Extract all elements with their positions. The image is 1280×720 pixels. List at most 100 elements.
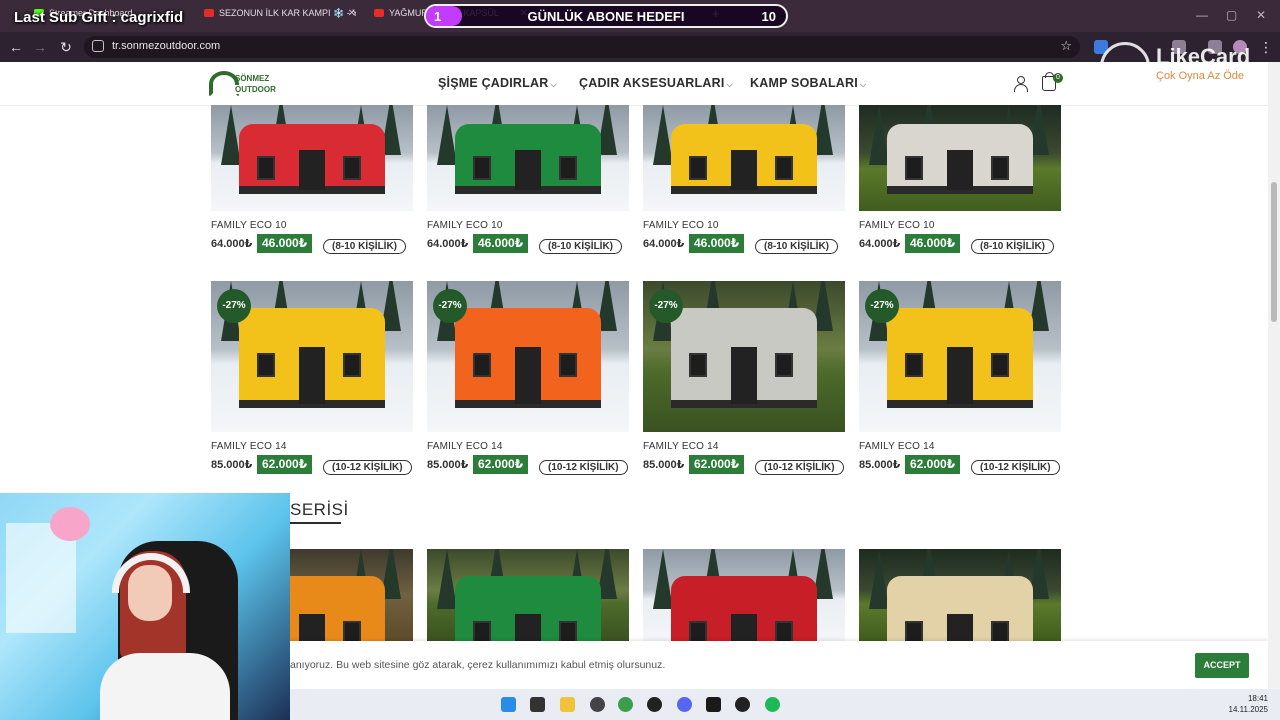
sale-price: 62.000₺ [473, 455, 529, 474]
reload-icon[interactable]: ↻ [56, 37, 76, 57]
old-price: 85.000₺ [211, 459, 253, 471]
product-image[interactable] [859, 105, 1061, 211]
tree-shape [437, 549, 457, 609]
sonmez-outdoor-logo[interactable]: SÖNMEZ OUTDOOR [209, 67, 281, 101]
product-name[interactable]: FAMILY ECO 10 [643, 220, 719, 231]
product-image[interactable] [643, 549, 845, 641]
capacity-tag: (10-12 KİŞİLİK) [323, 460, 412, 475]
nav-cadir-aksesuarlari[interactable]: ÇADIR AKSESUARLARI ⌵ [579, 76, 733, 90]
nav-kamp-sobalari[interactable]: KAMP SOBALARI ⌵ [750, 76, 866, 90]
likecard-tagline: Çok Oyna Az Öde [1156, 70, 1245, 82]
cart-count-badge: 0 [1053, 73, 1063, 83]
product-name[interactable]: FAMILY ECO 14 [643, 441, 719, 452]
product-name[interactable]: FAMILY ECO 10 [211, 220, 287, 231]
sale-price: 46.000₺ [257, 234, 313, 253]
app-icon[interactable] [735, 697, 750, 712]
app-icon[interactable] [706, 697, 721, 712]
app-icon[interactable] [590, 697, 605, 712]
logo-text-top: SÖNMEZ [235, 74, 270, 83]
tent-shape [455, 576, 601, 641]
goal-target: 10 [761, 9, 776, 24]
bookmark-star-icon[interactable]: ☆ [1060, 38, 1072, 54]
old-price: 64.000₺ [211, 238, 253, 250]
site-info-icon[interactable] [92, 40, 104, 52]
sale-price: 46.000₺ [689, 234, 745, 253]
forward-icon[interactable]: → [30, 37, 50, 57]
product-image[interactable] [211, 105, 413, 211]
old-price: 85.000₺ [427, 459, 469, 471]
discount-badge: -27% [649, 289, 683, 323]
product-name[interactable]: FAMILY ECO 10 [859, 220, 935, 231]
back-icon[interactable]: ← [6, 37, 26, 57]
product-image[interactable]: -27% [643, 281, 845, 432]
chevron-down-icon: ⌵ [859, 80, 867, 89]
webcam-person-body [100, 653, 230, 720]
chevron-down-icon: ⌵ [726, 80, 733, 89]
old-price: 85.000₺ [859, 459, 901, 471]
tent-shape [887, 308, 1033, 408]
tent-shape [239, 124, 385, 194]
product-name[interactable]: FAMILY ECO 10 [427, 220, 503, 231]
product-image[interactable] [643, 105, 845, 211]
cookie-text: anıyoruz. Bu web sitesine göz atarak, çe… [290, 659, 666, 671]
page-scrollbar[interactable] [1268, 62, 1280, 690]
chrome-icon[interactable] [618, 697, 633, 712]
close-window-icon[interactable]: ✕ [1256, 8, 1266, 22]
product-image[interactable]: -27% [211, 281, 413, 432]
capacity-tag: (8-10 KİŞİLİK) [755, 239, 839, 254]
spotify-icon[interactable] [765, 697, 780, 712]
file-explorer-icon[interactable] [560, 697, 575, 712]
product-image[interactable] [427, 105, 629, 211]
logo-text-bottom: OUTDOOR [233, 85, 278, 94]
app-icon[interactable] [647, 697, 662, 712]
terminal-icon[interactable] [530, 697, 545, 712]
last-sub-overlay: Last Sub Gift : cagrixfid [14, 9, 184, 26]
minimize-icon[interactable]: — [1196, 8, 1208, 22]
likecard-overlay: LikeCard Çok Oyna Az Öde [1100, 36, 1270, 92]
youtube-icon [374, 9, 384, 17]
product-image[interactable]: -27% [427, 281, 629, 432]
nav-sisme-cadirlar[interactable]: ŞİŞME ÇADIRLAR ⌵ [438, 76, 557, 90]
sale-price: 46.000₺ [905, 234, 961, 253]
product-image[interactable] [427, 549, 629, 641]
start-icon[interactable] [501, 697, 516, 712]
tent-shape [455, 124, 601, 194]
account-icon[interactable] [1013, 75, 1029, 93]
capacity-tag: (8-10 KİŞİLİK) [539, 239, 623, 254]
tree-shape [653, 105, 673, 165]
system-clock[interactable]: 18:41 14.11.2025 [1229, 693, 1268, 715]
likecard-name: LikeCard [1156, 44, 1251, 69]
close-tab-icon[interactable]: ✕ [348, 8, 356, 19]
browser-toolbar: ← → ↻ tr.sonmezoutdoor.com ☆ ⋮ [0, 32, 1280, 62]
product-name[interactable]: FAMILY ECO 14 [211, 441, 287, 452]
subscriber-goal-bar: 1 GÜNLÜK ABONE HEDEFI 10 [424, 4, 788, 28]
tent-shape [887, 124, 1033, 194]
url-text: tr.sonmezoutdoor.com [112, 40, 221, 52]
discord-icon[interactable] [677, 697, 692, 712]
product-name[interactable]: FAMILY ECO 14 [859, 441, 935, 452]
tree-shape [221, 105, 241, 165]
scrollbar-thumb[interactable] [1271, 182, 1277, 322]
sale-price: 62.000₺ [257, 455, 313, 474]
sale-price: 62.000₺ [689, 455, 745, 474]
tab-video-1[interactable]: SEZONUN İLK KAR KAMPI ❄️ - Yo ✕ [204, 8, 356, 24]
goal-label: GÜNLÜK ABONE HEDEFI [527, 9, 685, 24]
tent-shape [455, 308, 601, 408]
old-price: 64.000₺ [427, 238, 469, 250]
tree-shape [869, 549, 889, 609]
tent-shape [671, 124, 817, 194]
sale-price: 62.000₺ [905, 455, 961, 474]
product-name[interactable]: FAMILY ECO 14 [427, 441, 503, 452]
capacity-tag: (10-12 KİŞİLİK) [755, 460, 844, 475]
tree-shape [437, 105, 457, 165]
accept-cookies-button[interactable]: ACCEPT [1195, 653, 1249, 678]
tree-shape [653, 549, 673, 609]
capacity-tag: (8-10 KİŞİLİK) [323, 239, 407, 254]
address-bar[interactable]: tr.sonmezoutdoor.com ☆ [84, 36, 1080, 58]
product-image[interactable] [859, 549, 1061, 641]
maximize-icon[interactable]: ▢ [1226, 8, 1237, 22]
section-title-underline [290, 522, 341, 524]
product-image[interactable]: -27% [859, 281, 1061, 432]
capacity-tag: (10-12 KİŞİLİK) [971, 460, 1060, 475]
webcam-overlay [0, 493, 290, 720]
